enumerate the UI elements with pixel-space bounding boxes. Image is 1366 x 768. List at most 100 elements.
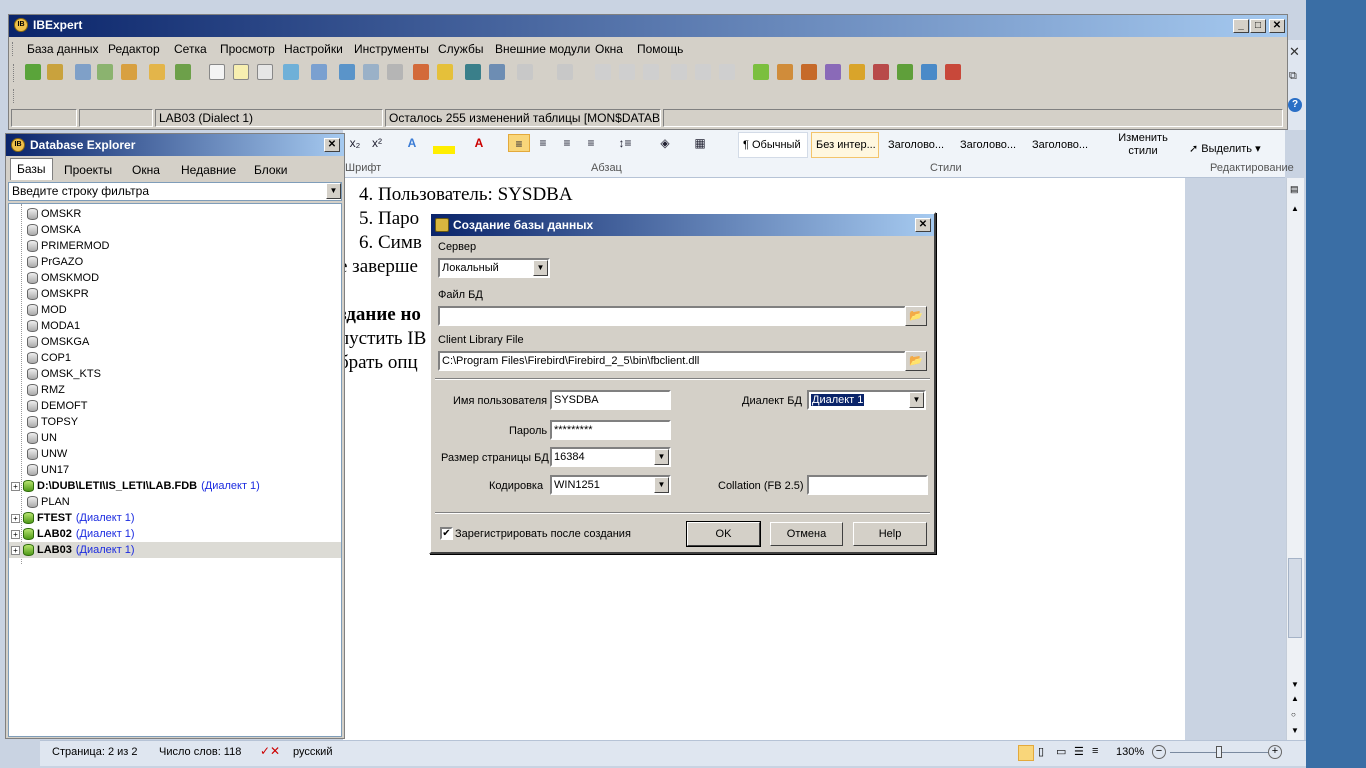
tree-item[interactable]: OMSKR — [9, 206, 341, 222]
menu-options[interactable]: Настройки — [284, 42, 343, 56]
tree-item[interactable]: UN17 — [9, 462, 341, 478]
tree-item[interactable]: + FTEST (Диалект 1) — [9, 510, 341, 526]
database-file-input[interactable] — [438, 306, 906, 326]
reconnect-icon[interactable] — [121, 64, 137, 80]
password-input[interactable]: ********* — [550, 420, 671, 440]
database-tree[interactable]: OMSKR OMSKA PRIMERMOD PrGAZO OMSKMOD OMSKPR MO… — [8, 203, 342, 737]
chevron-down-icon[interactable]: ▼ — [654, 449, 669, 465]
scroll-down-icon[interactable]: ▼ — [1291, 680, 1299, 689]
new-table-icon[interactable] — [753, 64, 769, 80]
close-icon[interactable]: ✕ — [324, 138, 340, 152]
connect-icon[interactable] — [75, 64, 91, 80]
minimize-icon[interactable]: _ — [1233, 19, 1249, 33]
cancel-button[interactable]: Отмена — [770, 522, 843, 546]
word-count[interactable]: Число слов: 118 — [159, 746, 241, 758]
folder-open-icon[interactable]: 📂 — [905, 351, 927, 371]
script-executive-icon[interactable] — [257, 64, 273, 80]
superscript-icon[interactable]: x² — [369, 134, 385, 152]
print-layout-icon[interactable] — [1018, 745, 1034, 761]
page-size-select[interactable]: 16384 ▼ — [550, 447, 671, 467]
align-center-icon[interactable]: ≡ — [533, 134, 553, 152]
register-label[interactable]: Зарегистрировать после создания — [455, 528, 631, 540]
tree-item[interactable]: + LAB02 (Диалект 1) — [9, 526, 341, 542]
align-right-icon[interactable]: ≡ — [557, 134, 577, 152]
folder-open-icon[interactable]: 📂 — [905, 306, 927, 326]
scroll-up-icon[interactable]: ▲ — [1291, 204, 1299, 213]
zoom-in-icon[interactable]: + — [1268, 745, 1282, 759]
tree-item[interactable]: OMSKPR — [9, 286, 341, 302]
expand-icon[interactable]: + — [11, 545, 20, 555]
highlight-color-icon[interactable] — [433, 146, 455, 154]
borders-icon[interactable]: ▦ — [688, 134, 712, 152]
menu-help[interactable]: Помощь — [637, 42, 683, 56]
justify-icon[interactable]: ≡ — [581, 134, 601, 152]
new-exception-icon[interactable] — [873, 64, 889, 80]
cut-icon[interactable] — [595, 64, 611, 80]
tree-item[interactable]: + D:\DUB\LETI\IS_LETI\LAB.FDB (Диалект 1) — [9, 478, 341, 494]
expand-icon[interactable]: + — [11, 529, 20, 539]
maximize-icon[interactable]: □ — [1250, 19, 1266, 33]
new-trigger-icon[interactable] — [825, 64, 841, 80]
new-generator-icon[interactable] — [849, 64, 865, 80]
monitor-icon[interactable] — [465, 64, 481, 80]
refresh-icon[interactable] — [283, 64, 299, 80]
database-properties-icon[interactable] — [149, 64, 165, 80]
tree-item[interactable]: PLAN — [9, 494, 341, 510]
expand-icon[interactable]: + — [11, 513, 20, 523]
new-procedure-icon[interactable] — [801, 64, 817, 80]
style-heading-1[interactable]: Заголово... — [883, 132, 951, 158]
database-explorer-titlebar[interactable]: IB Database Explorer ✕ — [6, 134, 344, 156]
tab-databases[interactable]: Базы — [10, 158, 53, 180]
page-count[interactable]: Страница: 2 из 2 — [52, 746, 138, 758]
find-next-icon[interactable] — [695, 64, 711, 80]
charset-select[interactable]: WIN1251 ▼ — [550, 475, 671, 495]
tree-item[interactable]: MOD — [9, 302, 341, 318]
shading-icon[interactable]: ◈ — [653, 134, 677, 152]
replace-icon[interactable] — [719, 64, 735, 80]
word-vertical-scrollbar[interactable]: ▤ ▲ ▼ ▲ ○ ▼ — [1286, 178, 1304, 740]
menu-plugins[interactable]: Внешние модули — [495, 42, 590, 56]
tree-item[interactable]: UNW — [9, 446, 341, 462]
tree-item[interactable]: MODA1 — [9, 318, 341, 334]
tab-projects[interactable]: Проекты — [58, 160, 118, 180]
line-spacing-icon[interactable]: ↕≡ — [613, 134, 637, 152]
menu-database[interactable]: База данных — [27, 42, 98, 56]
export-icon[interactable] — [339, 64, 355, 80]
disconnect-icon[interactable] — [97, 64, 113, 80]
collation-input[interactable] — [807, 475, 928, 495]
paste-icon[interactable] — [643, 64, 659, 80]
tab-recent[interactable]: Недавние — [175, 160, 242, 180]
menu-view[interactable]: Просмотр — [220, 42, 275, 56]
tab-blocks[interactable]: Блоки — [248, 160, 294, 180]
proofing-icon[interactable]: ✓✕ — [260, 744, 280, 758]
ruler-toggle-icon[interactable]: ▤ — [1290, 184, 1299, 195]
new-view-icon[interactable] — [777, 64, 793, 80]
tree-item[interactable]: UN — [9, 430, 341, 446]
close-icon[interactable]: ✕ — [1269, 19, 1285, 33]
reading-layout-icon[interactable]: ▯ — [1038, 745, 1044, 758]
menu-windows[interactable]: Окна — [595, 42, 623, 56]
tree-item[interactable]: TOPSY — [9, 414, 341, 430]
tree-item[interactable]: DEMOFT — [9, 398, 341, 414]
unregister-database-icon[interactable] — [47, 64, 63, 80]
client-library-input[interactable]: C:\Program Files\Firebird\Firebird_2_5\b… — [438, 351, 906, 371]
find-icon[interactable] — [671, 64, 687, 80]
sql-editor-icon[interactable] — [233, 64, 249, 80]
user-manager-icon[interactable] — [413, 64, 429, 80]
dialog-titlebar[interactable]: Создание базы данных ✕ — [431, 214, 934, 236]
style-heading-3[interactable]: Заголово... — [1027, 132, 1095, 158]
next-page-icon[interactable]: ▼ — [1291, 726, 1299, 735]
outline-icon[interactable]: ☰ — [1074, 745, 1084, 758]
username-input[interactable]: SYSDBA — [550, 390, 671, 410]
ok-button[interactable]: OK — [686, 521, 761, 547]
style-normal[interactable]: ¶ Обычный — [738, 132, 808, 158]
chevron-down-icon[interactable]: ▼ — [909, 392, 924, 408]
font-color-icon[interactable]: A — [471, 134, 487, 152]
browse-object-icon[interactable]: ○ — [1291, 710, 1296, 719]
tree-item[interactable]: OMSK_KTS — [9, 366, 341, 382]
new-document-icon[interactable] — [209, 64, 225, 80]
menu-tools[interactable]: Инструменты — [354, 42, 429, 56]
close-icon[interactable]: ✕ — [1289, 44, 1300, 60]
ibexpert-titlebar[interactable]: IB IBExpert _ □ ✕ — [9, 15, 1287, 37]
zoom-thumb[interactable] — [1216, 746, 1222, 758]
